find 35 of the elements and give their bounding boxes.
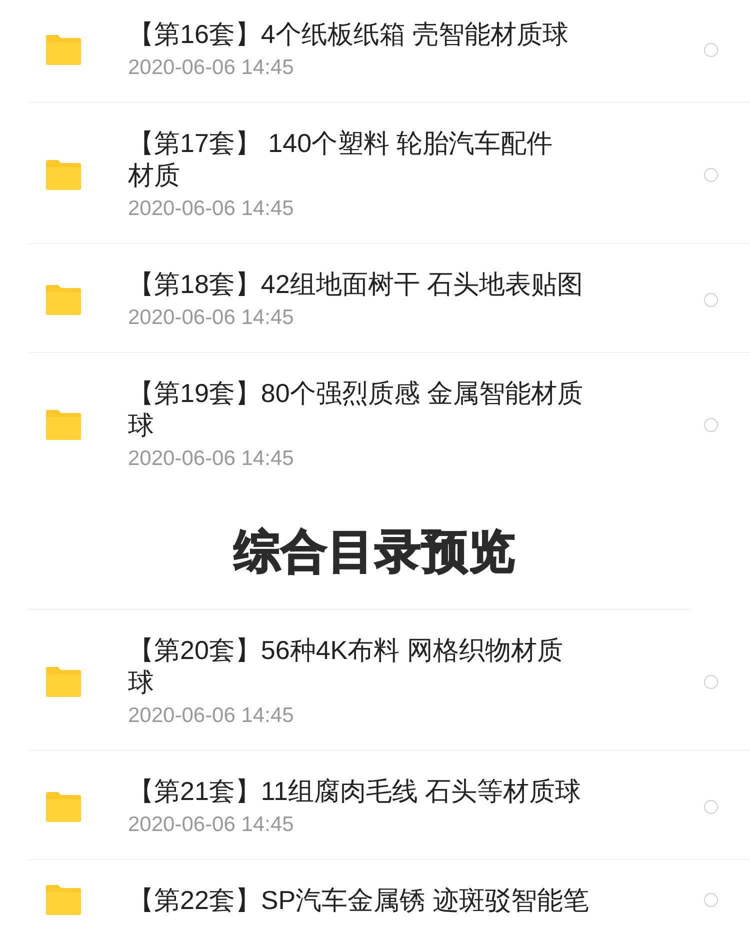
file-date: 2020-06-06 14:45 [128,305,295,331]
folder-icon [45,34,82,66]
file-title: 【第21套】11组腐肉毛线 石头等材质球 [128,775,582,807]
file-row[interactable]: 【第22套】SP汽车金属锈 迹斑驳智能笔 [28,859,750,923]
file-date: 2020-06-06 14:45 [128,703,295,729]
select-radio[interactable] [704,43,718,57]
file-title: 【第19套】80个强烈质感 金属智能材质 球 [128,377,584,441]
folder-icon [45,409,82,441]
file-date: 2020-06-06 14:45 [128,446,295,472]
folder-icon [45,284,82,316]
select-radio[interactable] [704,293,718,307]
file-row[interactable]: 【第17套】 140个塑料 轮胎汽车配件 材质 2020-06-06 14:45 [28,102,750,243]
file-row[interactable]: 【第16套】4个纸板纸箱 壳智能材质球 2020-06-06 14:45 [28,0,750,102]
file-title: 【第22套】SP汽车金属锈 迹斑驳智能笔 [128,884,590,916]
folder-icon [45,791,82,823]
file-title: 【第18套】42组地面树干 石头地表贴图 [128,268,584,300]
select-radio[interactable] [704,168,718,182]
select-radio[interactable] [704,418,718,432]
file-date: 2020-06-06 14:45 [128,55,295,81]
file-row[interactable]: 【第18套】42组地面树干 石头地表贴图 2020-06-06 14:45 [28,243,750,352]
select-radio[interactable] [704,675,718,689]
file-row[interactable]: 【第19套】80个强烈质感 金属智能材质 球 2020-06-06 14:45 [28,352,750,493]
section-heading: 综合目录预览 [234,524,516,579]
file-title: 【第17套】 140个塑料 轮胎汽车配件 材质 [128,127,554,191]
file-title: 【第16套】4个纸板纸箱 壳智能材质球 [128,18,570,50]
folder-icon [45,884,82,916]
file-title: 【第20套】56种4K布料 网格织物材质 球 [128,634,564,698]
select-radio[interactable] [704,893,718,907]
select-radio[interactable] [704,800,718,814]
file-date: 2020-06-06 14:45 [128,196,295,222]
file-row[interactable]: 【第20套】56种4K布料 网格织物材质 球 2020-06-06 14:45 [28,610,750,750]
file-date: 2020-06-06 14:45 [128,812,295,838]
file-row[interactable]: 【第21套】11组腐肉毛线 石头等材质球 2020-06-06 14:45 [28,750,750,859]
folder-icon [45,666,82,698]
folder-icon [45,159,82,191]
